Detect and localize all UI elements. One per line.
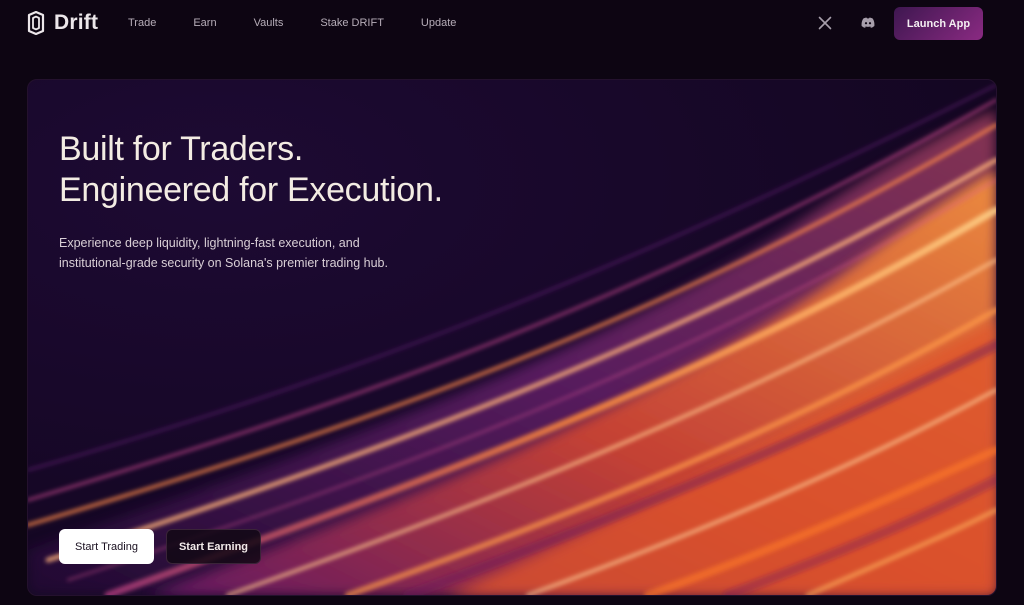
hero-title-line-2: Engineered for Execution. <box>59 171 443 209</box>
hero-title-line-1: Built for Traders. <box>59 130 304 168</box>
nav-link-stake-drift[interactable]: Stake DRIFT <box>320 17 384 29</box>
start-trading-button[interactable]: Start Trading <box>59 529 154 564</box>
drift-logo-icon <box>27 11 45 35</box>
discord-icon[interactable] <box>860 15 876 31</box>
x-icon[interactable] <box>817 15 833 31</box>
nav-link-update[interactable]: Update <box>421 17 456 29</box>
nav-links: Trade Earn Vaults Stake DRIFT Update <box>128 17 493 29</box>
page: Drift Trade Earn Vaults Stake DRIFT Upda… <box>0 0 1024 605</box>
nav-link-earn[interactable]: Earn <box>193 17 216 29</box>
brand-name: Drift <box>54 11 99 34</box>
launch-app-button[interactable]: Launch App <box>894 7 983 40</box>
hero-title: Built for Traders. Engineered for Execut… <box>59 129 443 211</box>
top-navbar: Drift Trade Earn Vaults Stake DRIFT Upda… <box>0 0 1024 48</box>
nav-link-trade[interactable]: Trade <box>128 17 156 29</box>
start-earning-button[interactable]: Start Earning <box>166 529 261 564</box>
hero-section: Built for Traders. Engineered for Execut… <box>27 79 997 596</box>
nav-link-vaults[interactable]: Vaults <box>254 17 284 29</box>
hero-subtitle: Experience deep liquidity, lightning-fas… <box>59 236 388 270</box>
brand-logo[interactable]: Drift <box>26 11 98 35</box>
